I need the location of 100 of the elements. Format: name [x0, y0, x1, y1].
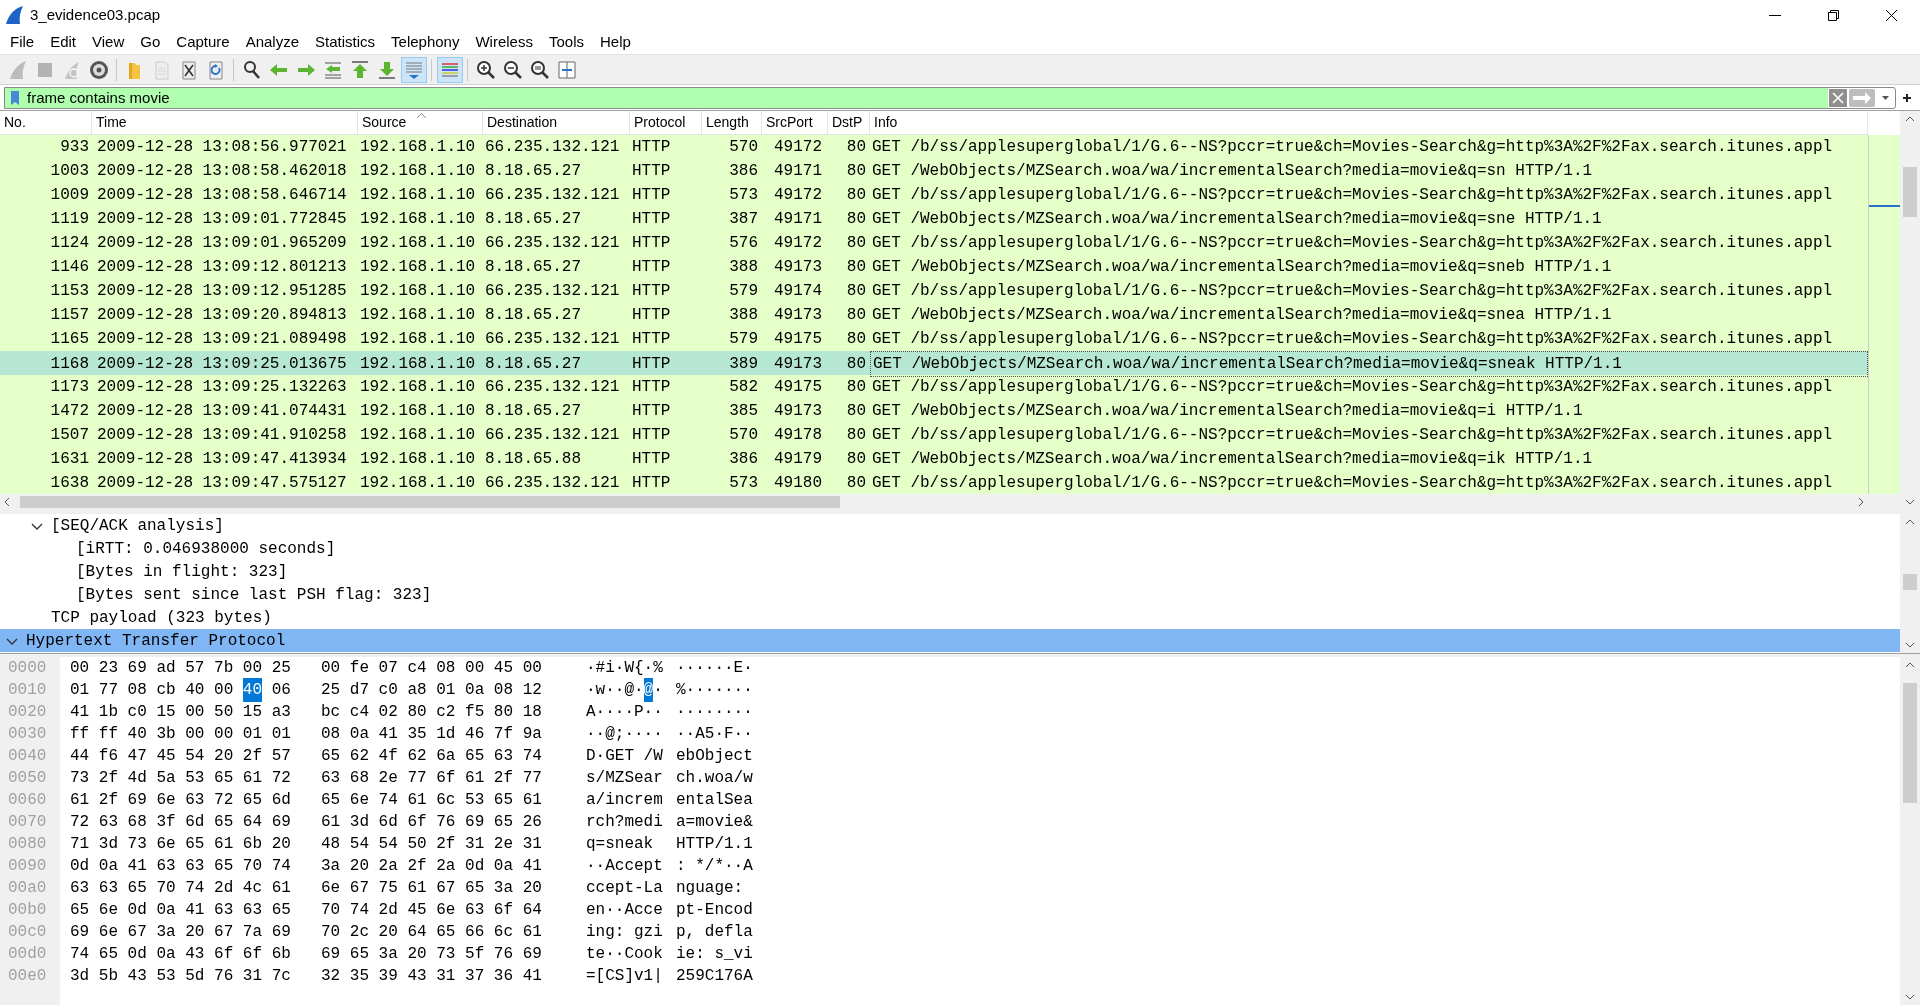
vertical-scrollbar[interactable] — [1900, 514, 1920, 653]
hex-bytes[interactable]: 70 74 2d 45 6e 63 6f 64 — [321, 898, 542, 922]
ascii-text[interactable]: nguage: — [676, 876, 744, 900]
ascii-text[interactable]: · — [653, 678, 663, 702]
tree-item[interactable]: [iRTT: 0.046938000 seconds] — [0, 537, 1900, 560]
hex-bytes[interactable]: 0d 0a 41 63 63 65 70 74 — [70, 854, 291, 878]
ascii-text[interactable]: ······E· — [676, 657, 753, 680]
column-header[interactable]: No. — [4, 112, 26, 133]
hex-bytes[interactable]: 71 3d 73 6e 65 61 6b 20 — [70, 832, 291, 856]
tree-item[interactable]: Hypertext Transfer Protocol — [0, 629, 1900, 652]
hex-bytes[interactable]: 01 77 08 cb 40 00 — [70, 678, 234, 702]
menu-item[interactable]: Analyze — [237, 30, 308, 54]
scrollbar-thumb[interactable] — [1903, 167, 1917, 217]
column-header[interactable]: Time — [96, 112, 127, 133]
column-header[interactable]: Protocol — [634, 112, 686, 133]
ascii-text[interactable]: ········ — [676, 700, 753, 724]
hex-bytes[interactable]: 44 f6 47 45 54 20 2f 57 — [70, 744, 291, 768]
packet-row[interactable]: 1168 2009-12-28 13:09:25.013675 192.168.1.10 8.18.65.27 HTTP 389 49173 80 GET /WebObjects/MZSearch.woa/wa/incrementalSearch?media=movie&q=sneak HTTP/1.1 — [0, 351, 1868, 375]
tree-item[interactable]: [Bytes sent since last PSH flag: 323] — [0, 583, 1900, 606]
hex-bytes[interactable]: 65 6e 74 61 6c 53 65 61 — [321, 788, 542, 812]
column-header[interactable]: Info — [874, 112, 898, 133]
hex-bytes[interactable]: 65 62 4f 62 6a 65 63 74 — [321, 744, 542, 768]
ascii-text[interactable]: ··@;···· — [586, 722, 663, 746]
menu-item[interactable]: Capture — [168, 30, 238, 54]
hex-bytes[interactable]: 63 63 65 70 74 2d 4c 61 — [70, 876, 291, 900]
hex-bytes[interactable]: 3a 20 2a 2f 2a 0d 0a 41 — [321, 854, 542, 878]
colored-lines-button[interactable] — [436, 56, 463, 83]
hex-bytes[interactable]: 3d 5b 43 53 5d 76 31 7c — [70, 964, 291, 988]
menu-item[interactable]: Wireless — [467, 30, 541, 54]
ascii-text[interactable]: 259C176A — [676, 964, 753, 988]
menu-item[interactable]: Telephony — [383, 30, 468, 54]
column-header[interactable]: Source — [362, 112, 407, 133]
column-header[interactable]: SrcPort — [766, 112, 813, 133]
hex-bytes[interactable]: 63 68 2e 77 6f 61 2f 77 — [321, 766, 542, 790]
ascii-text[interactable]: p, defla — [676, 920, 753, 944]
ascii-text[interactable]: HTTP/1.1 — [676, 832, 753, 856]
menu-item[interactable]: View — [84, 30, 133, 54]
ascii-text[interactable]: a=movie& — [676, 810, 753, 834]
ascii-text[interactable]: pt-Encod — [676, 898, 753, 922]
hex-bytes[interactable]: 25 d7 c0 a8 01 0a 08 12 — [321, 678, 542, 702]
tree-item[interactable]: [Bytes in flight: 323] — [0, 560, 1900, 583]
hex-bytes[interactable]: 74 65 0d 0a 43 6f 6f 6b — [70, 942, 291, 966]
ascii-text[interactable]: ··A5·F·· — [676, 722, 753, 746]
ascii-text[interactable]: %······· — [676, 678, 753, 702]
selected-character[interactable]: @ — [643, 678, 654, 702]
menu-item[interactable]: Statistics — [307, 30, 384, 54]
hex-bytes[interactable]: 61 2f 69 6e 63 72 65 6d — [70, 788, 291, 812]
ascii-text[interactable]: te··Cook — [586, 942, 663, 966]
ascii-text[interactable]: : */*··A — [676, 854, 753, 878]
ascii-text[interactable]: ebObject — [676, 744, 753, 768]
ascii-text[interactable]: D·GET /W — [586, 744, 663, 768]
hex-bytes[interactable]: 00 fe 07 c4 08 00 45 00 — [321, 657, 542, 680]
ascii-text[interactable]: ··Accept — [586, 854, 663, 878]
hex-bytes[interactable]: 61 3d 6d 6f 76 69 65 26 — [321, 810, 542, 834]
hex-bytes[interactable]: 69 65 3a 20 73 5f 76 69 — [321, 942, 542, 966]
column-header[interactable]: DstP — [832, 112, 863, 133]
hex-bytes[interactable]: 73 2f 4d 5a 53 65 61 72 — [70, 766, 291, 790]
ascii-text[interactable]: ·#i·W{·% — [586, 657, 663, 680]
hex-bytes[interactable]: 06 — [271, 678, 291, 702]
hex-bytes[interactable]: 00 23 69 ad 57 7b 00 25 — [70, 657, 291, 680]
hex-bytes[interactable]: 48 54 54 50 2f 31 2e 31 — [321, 832, 542, 856]
hex-bytes[interactable]: bc c4 02 80 c2 f5 80 18 — [321, 700, 542, 724]
hex-bytes[interactable]: 41 1b c0 15 00 50 15 a3 — [70, 700, 291, 724]
ascii-text[interactable]: q=sneak — [586, 832, 654, 856]
ascii-text[interactable]: rch?medi — [586, 810, 663, 834]
scrollbar-thumb[interactable] — [1903, 574, 1917, 590]
tree-item[interactable]: [SEQ/ACK analysis] — [0, 514, 1900, 537]
ascii-text[interactable]: A····P·· — [586, 700, 663, 724]
ascii-text[interactable]: entalSea — [676, 788, 753, 812]
hex-bytes[interactable]: 70 2c 20 64 65 66 6c 61 — [321, 920, 542, 944]
selected-byte[interactable]: 40 — [242, 678, 263, 702]
menu-item[interactable]: Help — [592, 30, 639, 54]
hex-bytes[interactable]: 6e 67 75 61 67 65 3a 20 — [321, 876, 542, 900]
hex-bytes[interactable]: ff ff 40 3b 00 00 01 01 — [70, 722, 291, 746]
hex-bytes[interactable]: 65 6e 0d 0a 41 63 63 65 — [70, 898, 291, 922]
scrollbar-thumb[interactable] — [20, 496, 840, 508]
column-header[interactable]: Destination — [487, 112, 558, 133]
ascii-text[interactable]: en··Acce — [586, 898, 663, 922]
menu-item[interactable]: Edit — [42, 30, 85, 54]
vertical-scrollbar[interactable] — [1900, 111, 1920, 510]
ascii-text[interactable]: ccept-La — [586, 876, 663, 900]
menu-item[interactable]: Go — [132, 30, 169, 54]
ascii-text[interactable]: ie: s_vi — [676, 942, 753, 966]
ascii-text[interactable]: ing: gzi — [586, 920, 663, 944]
ascii-text[interactable]: =[CS]v1| — [586, 964, 663, 988]
scrollbar-thumb[interactable] — [1903, 683, 1917, 803]
column-header[interactable]: Length — [706, 112, 749, 133]
autoscroll-button[interactable] — [400, 56, 427, 83]
ascii-text[interactable]: a/increm — [586, 788, 663, 812]
hex-bytes[interactable]: 72 63 68 3f 6d 65 64 69 — [70, 810, 291, 834]
hex-bytes[interactable]: 08 0a 41 35 1d 46 7f 9a — [321, 722, 542, 746]
ascii-text[interactable]: s/MZSear — [586, 766, 663, 790]
menu-item[interactable]: File — [2, 30, 43, 54]
vertical-scrollbar[interactable] — [1900, 657, 1920, 1005]
menu-item[interactable]: Tools — [540, 30, 592, 54]
ascii-text[interactable]: ·w··@· — [586, 678, 644, 702]
hex-bytes[interactable]: 69 6e 67 3a 20 67 7a 69 — [70, 920, 291, 944]
ascii-text[interactable]: ch.woa/w — [676, 766, 753, 790]
tree-item[interactable]: TCP payload (323 bytes) — [0, 606, 1900, 629]
hex-bytes[interactable]: 32 35 39 43 31 37 36 41 — [321, 964, 542, 988]
